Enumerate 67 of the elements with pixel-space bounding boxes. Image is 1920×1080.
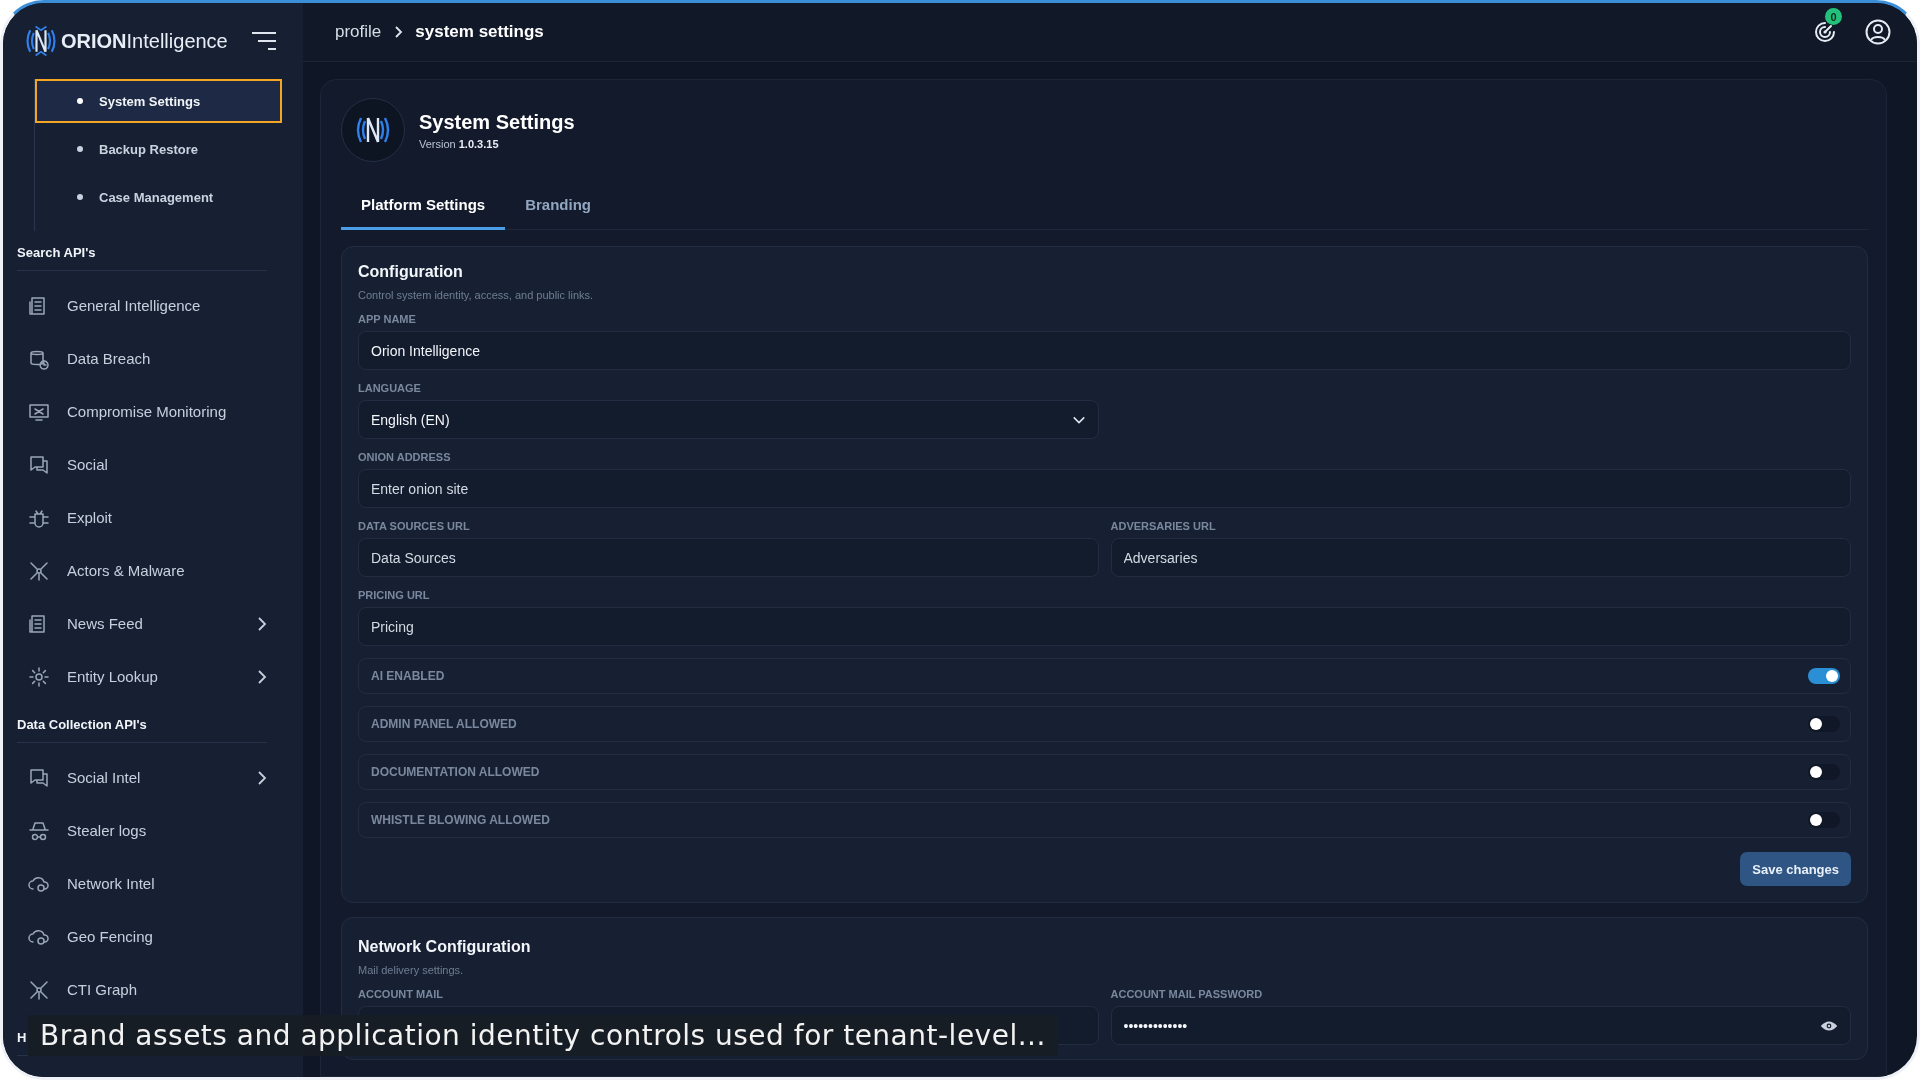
field-label: PRICING URL <box>358 589 431 601</box>
password-field[interactable]: ••••••••••••• <box>1110 1006 1851 1045</box>
toggle-switch[interactable] <box>1808 668 1840 684</box>
chevron-right-icon <box>257 615 267 632</box>
field-label: DATA SOURCES URL <box>358 520 471 532</box>
toggle-switch[interactable] <box>1808 716 1840 732</box>
sidebar-item[interactable]: General Intelligence <box>17 279 289 332</box>
submenu-item[interactable]: Case Management <box>35 175 282 219</box>
chevron-right-icon <box>257 668 267 685</box>
toggle-label: DOCUMENTATION ALLOWED <box>371 765 540 779</box>
brand-name: ORIONIntelligence <box>61 29 228 53</box>
notification-badge: 0 <box>1825 8 1842 25</box>
card-title: Configuration <box>358 263 464 281</box>
menu-icon[interactable] <box>251 31 277 51</box>
page-title: System Settings <box>419 110 575 134</box>
sidebar-item[interactable]: Data Breach <box>17 332 289 385</box>
toggle-label: WHISTLE BLOWING ALLOWED <box>371 813 550 827</box>
user-icon[interactable] <box>1865 19 1891 45</box>
section-title: Data Collection API's <box>17 717 147 734</box>
toggle-switch[interactable] <box>1808 812 1840 828</box>
field-label: ACCOUNT MAIL PASSWORD <box>1110 988 1264 1000</box>
sidebar-item[interactable]: Entity Lookup <box>17 650 289 703</box>
field-label: ACCOUNT MAIL <box>358 988 444 1000</box>
field-label: ADVERSARIES URL <box>1110 520 1217 532</box>
sidebar-item[interactable]: Network Intel <box>17 857 289 910</box>
sidebar-item[interactable]: Exploit <box>17 491 289 544</box>
tab[interactable]: Branding <box>505 186 612 230</box>
tab[interactable]: Platform Settings <box>341 186 506 230</box>
chevron-right-icon <box>393 24 404 40</box>
eye-icon[interactable] <box>1820 1019 1838 1032</box>
gear-icon <box>27 664 51 689</box>
text-field[interactable]: Data Sources <box>358 538 1099 577</box>
card-description: Mail delivery settings. <box>358 964 465 976</box>
sidebar-item[interactable]: CTI Graph <box>17 963 289 1016</box>
version-text: Version 1.0.3.15 <box>419 137 500 150</box>
toggle-switch[interactable] <box>1808 764 1840 780</box>
save-button[interactable]: Save changes <box>1740 852 1851 886</box>
logo-icon <box>23 23 59 59</box>
text-field[interactable]: Pricing <box>358 607 1851 646</box>
text-field[interactable]: Adversaries <box>1110 538 1851 577</box>
radar-icon[interactable] <box>1813 20 1837 44</box>
section-title: H <box>17 1030 27 1047</box>
sidebar-item[interactable]: Stealer logs <box>17 804 289 857</box>
sidebar-item[interactable]: Compromise Monitoring <box>17 385 289 438</box>
field-label: APP NAME <box>358 313 417 325</box>
text-field[interactable]: Orion Intelligence <box>358 331 1851 370</box>
chevron-right-icon <box>257 769 267 786</box>
section-title: Search API's <box>17 245 96 262</box>
field-label: ONION ADDRESS <box>358 451 452 463</box>
toggle-label: AI ENABLED <box>371 669 445 683</box>
card-description: Control system identity, access, and public links. <box>358 289 595 301</box>
caption-tooltip: Brand assets and application identity controls used for tenant-level... <box>28 1015 1058 1056</box>
text-field[interactable]: Enter onion site <box>358 469 1851 508</box>
sidebar-item[interactable]: News Feed <box>17 597 289 650</box>
breadcrumb-link[interactable]: profile <box>335 22 382 42</box>
field-label: LANGUAGE <box>358 382 422 394</box>
submenu-item[interactable]: Backup Restore <box>35 127 282 171</box>
submenu-item[interactable]: System Settings <box>35 79 282 123</box>
sidebar-item[interactable]: Social <box>17 438 289 491</box>
card-title: Network Configuration <box>358 938 532 956</box>
sidebar-item[interactable]: Actors & Malware <box>17 544 289 597</box>
breadcrumb-current: system settings <box>415 22 544 42</box>
sidebar-item[interactable]: Social Intel <box>17 751 289 804</box>
toggle-label: ADMIN PANEL ALLOWED <box>371 717 517 731</box>
sidebar-item[interactable]: Geo Fencing <box>17 910 289 963</box>
language-select[interactable]: English (EN) <box>358 400 1099 439</box>
chevron-down-icon <box>1071 414 1086 425</box>
